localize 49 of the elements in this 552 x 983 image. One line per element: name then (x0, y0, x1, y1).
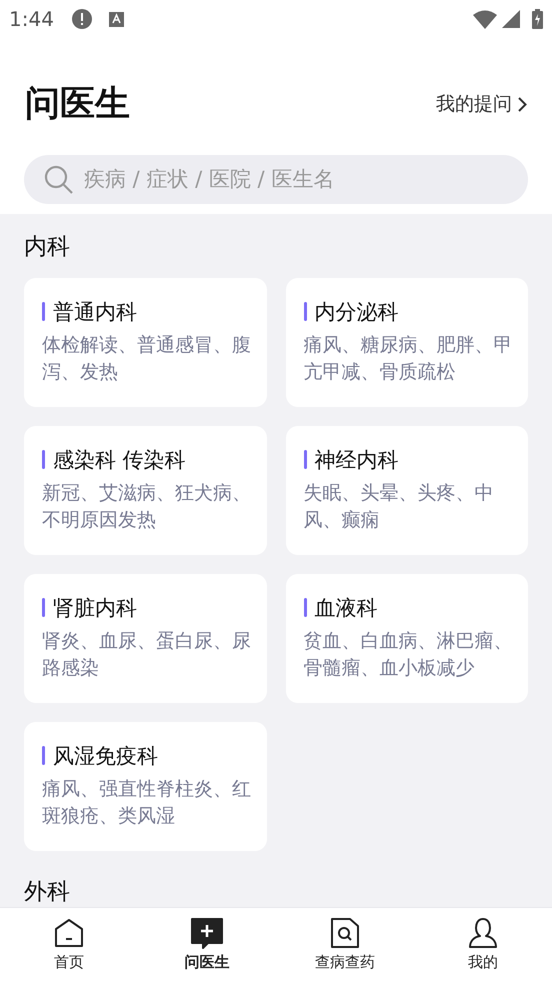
accent-bar-icon (42, 302, 45, 321)
department-description: 痛风、强直性脊柱炎、红斑狼疮、类风湿 (42, 776, 252, 828)
signal-icon (502, 10, 520, 28)
department-description: 痛风、糖尿病、肥胖、甲亢甲减、骨质疏松 (304, 332, 514, 384)
accent-bar-icon (42, 450, 45, 469)
department-card[interactable]: 神经内科 失眠、头晕、头疼、中风、癫痫 (286, 426, 528, 554)
department-card[interactable]: 血液科 贫血、白血病、淋巴瘤、骨髓瘤、血小板减少 (286, 574, 528, 702)
nav-tab[interactable]: 首页 (0, 908, 138, 983)
search-field[interactable]: 疾病 / 症状 / 医院 / 医生名 (24, 154, 528, 204)
department-card[interactable]: 感染科 传染科 新冠、艾滋病、狂犬病、不明原因发热 (24, 426, 266, 554)
alert-icon (72, 9, 92, 29)
search-icon (44, 164, 74, 194)
department-description: 体检解读、普通感冒、腹泻、发热 (42, 332, 252, 384)
wifi-icon (473, 10, 497, 28)
accent-bar-icon (304, 450, 306, 469)
department-name: 风湿免疫科 (53, 742, 158, 770)
department-description: 新冠、艾滋病、狂犬病、不明原因发热 (42, 480, 252, 532)
department-name: 内分泌科 (314, 298, 398, 326)
department-name: 感染科 传染科 (53, 446, 186, 474)
nav-tab[interactable]: 我的 (414, 908, 552, 983)
department-description: 贫血、白血病、淋巴瘤、骨髓瘤、血小板减少 (304, 628, 514, 680)
department-description: 失眠、头晕、头疼、中风、癫痫 (304, 480, 494, 532)
nav-tab[interactable]: 查病查药 (276, 908, 414, 983)
department-name: 肾脏内科 (53, 594, 137, 622)
section-title: 内科 (24, 232, 71, 262)
department-card[interactable]: 肾脏内科 肾炎、血尿、蛋白尿、尿路感染 (24, 574, 266, 702)
status-time: 1:44 (9, 6, 54, 33)
accent-bar-icon (304, 598, 306, 617)
department-card[interactable]: 普通内科 体检解读、普通感冒、腹泻、发热 (24, 278, 266, 406)
document-search-icon (330, 917, 360, 950)
home-icon (53, 917, 85, 950)
department-name: 普通内科 (53, 298, 137, 326)
department-name: 血液科 (314, 594, 378, 622)
department-name: 神经内科 (314, 446, 398, 474)
chevron-right-icon (518, 96, 527, 112)
department-card[interactable]: 风湿免疫科 痛风、强直性脊柱炎、红斑狼疮、类风湿 (24, 722, 266, 850)
accent-bar-icon (42, 746, 45, 765)
chat-plus-icon (190, 917, 224, 950)
page-title: 问医生 (25, 83, 130, 126)
department-card[interactable]: 内分泌科 痛风、糖尿病、肥胖、甲亢甲减、骨质疏松 (286, 278, 528, 406)
nav-tab[interactable]: 问医生 (138, 908, 276, 983)
accent-bar-icon (42, 598, 45, 617)
person-icon (468, 917, 498, 950)
keyboard-icon (108, 12, 124, 26)
accent-bar-icon (304, 302, 306, 321)
department-description: 肾炎、血尿、蛋白尿、尿路感染 (42, 628, 252, 680)
my-questions-link[interactable]: 我的提问 (436, 90, 527, 118)
section-title: 外科 (24, 878, 71, 906)
battery-charging-icon (532, 9, 543, 29)
